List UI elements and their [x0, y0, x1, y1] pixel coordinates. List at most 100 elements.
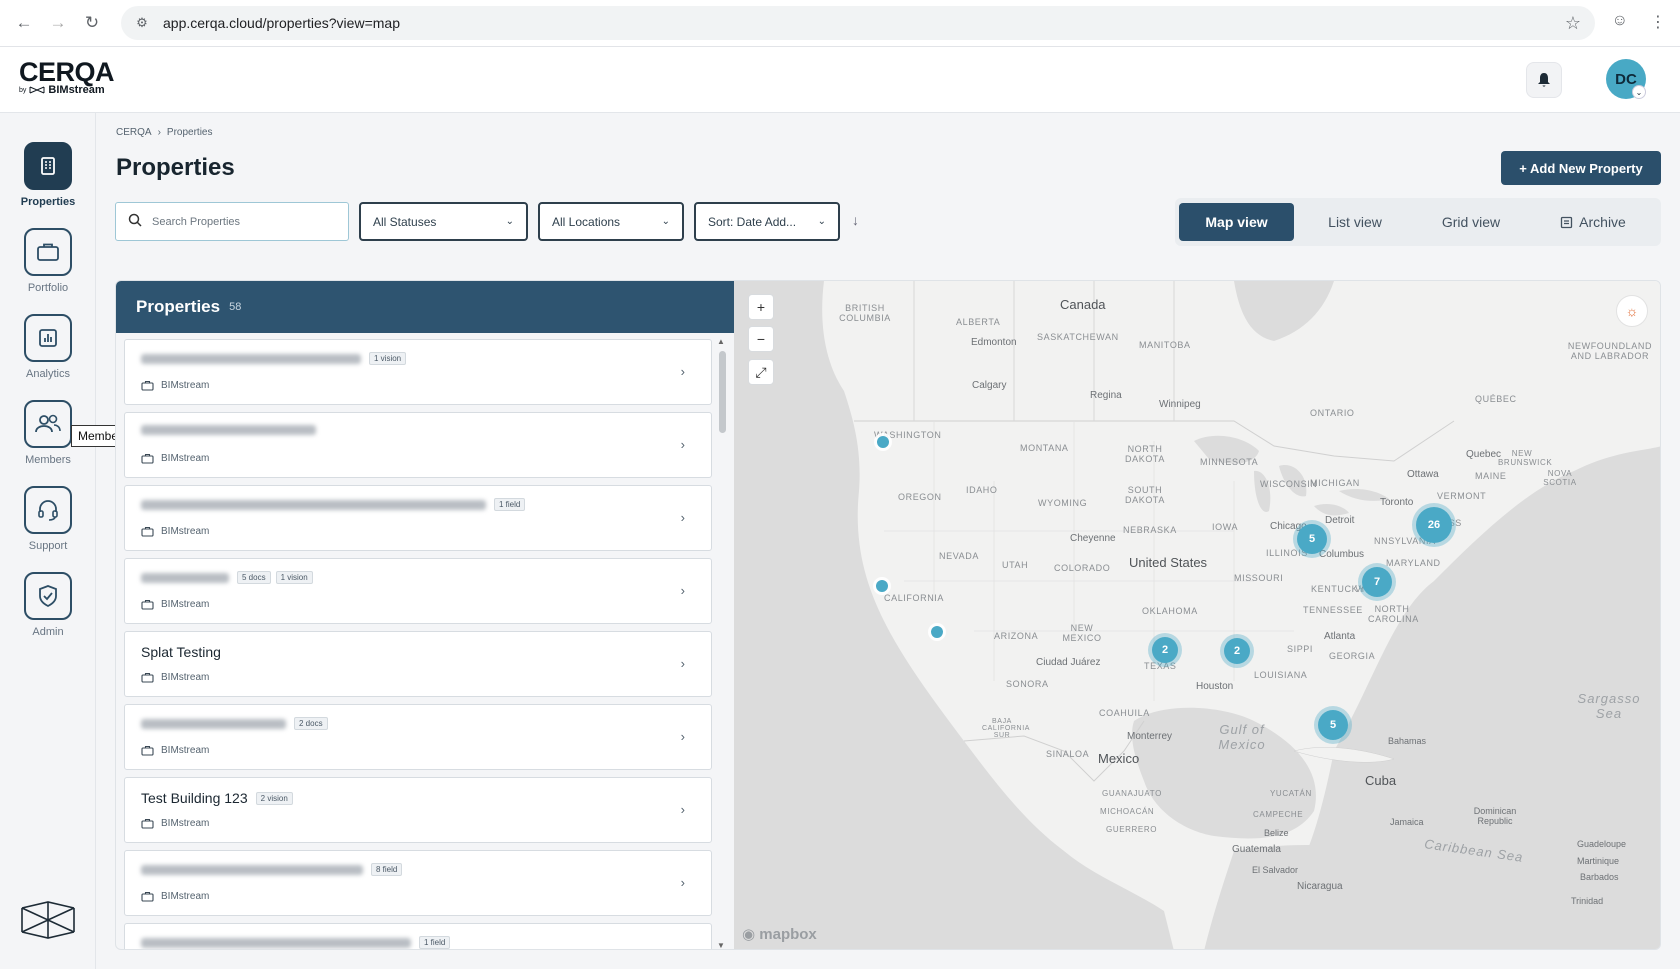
sidebar-item-analytics[interactable]: Analytics [0, 314, 96, 380]
properties-map[interactable]: + − ⤢ ☼ Canada United States Mexico Cuba… [734, 281, 1660, 949]
list-scrollbar[interactable]: ▲ ▼ [716, 337, 728, 949]
map-label: Edmonton [971, 337, 1017, 348]
map-cluster[interactable]: 2 [1224, 638, 1250, 664]
building-icon[interactable] [24, 142, 72, 190]
map-label: SOUTH DAKOTA [1125, 485, 1165, 505]
map-cluster[interactable]: 7 [1362, 567, 1392, 597]
map-label: Trinidad [1571, 896, 1604, 906]
chevron-right-icon[interactable]: › [681, 729, 685, 744]
chevron-right-icon[interactable]: › [681, 510, 685, 525]
property-title-text: Splat Testing [141, 644, 221, 660]
redacted-title [141, 572, 229, 583]
sidebar-item-admin[interactable]: Admin [0, 572, 96, 638]
sort-direction-icon[interactable]: ↓ [852, 212, 859, 228]
map-label: SASKATCHEWAN [1037, 332, 1119, 342]
scrollbar-thumb[interactable] [719, 351, 726, 433]
cerqa-logo[interactable]: CERQA by BIMstream [19, 57, 115, 96]
site-settings-icon[interactable]: ⚙ [133, 14, 151, 32]
property-owner: BIMstream [141, 672, 209, 683]
map-label: MONTANA [1020, 443, 1069, 453]
url-text[interactable]: app.cerqa.cloud/properties?view=map [163, 15, 400, 31]
chevron-right-icon[interactable]: › [681, 437, 685, 452]
map-label: Martinique [1577, 856, 1620, 866]
briefcase-icon[interactable] [24, 228, 72, 276]
property-card[interactable]: 8 field BIMstream › [124, 850, 712, 916]
search-input[interactable] [152, 215, 332, 228]
chevron-right-icon[interactable]: › [681, 364, 685, 379]
map-label: El Salvador [1252, 865, 1299, 875]
map-marker[interactable] [931, 626, 943, 638]
property-card[interactable]: Splat Testing BIMstream › [124, 631, 712, 697]
sidebar-item-support[interactable]: Support [0, 486, 96, 552]
breadcrumb-root[interactable]: CERQA [116, 127, 152, 138]
map-cluster[interactable]: 5 [1297, 524, 1327, 554]
notifications-button[interactable] [1526, 62, 1562, 98]
browser-menu-icon[interactable]: ⋮ [1650, 12, 1666, 32]
map-label: GUANAJUATO [1102, 789, 1162, 798]
property-card[interactable]: Test Building 123 2 vision BIMstream › [124, 777, 712, 843]
headset-icon[interactable] [24, 486, 72, 534]
shield-check-icon[interactable] [24, 572, 72, 620]
map-marker[interactable] [877, 436, 889, 448]
add-property-button[interactable]: + Add New Property [1501, 151, 1661, 185]
mapbox-logo[interactable]: ◉ mapbox [742, 925, 817, 943]
chevron-down-icon[interactable]: ⌄ [1632, 85, 1646, 99]
bell-icon [1538, 73, 1550, 87]
forward-icon[interactable]: → [48, 13, 68, 33]
map-label: Jamaica [1390, 817, 1424, 827]
tab-map-view[interactable]: Map view [1179, 203, 1294, 241]
property-card[interactable]: BIMstream › [124, 412, 712, 478]
sidebar-item-properties[interactable]: Properties [0, 142, 96, 208]
map-label: WISCONSIN [1260, 479, 1318, 489]
sort-select[interactable]: Sort: Date Add... ⌄ [694, 202, 840, 241]
map-label: QUÉBEC [1475, 394, 1517, 404]
chevron-right-icon[interactable]: › [681, 583, 685, 598]
map-label: ARIZONA [994, 631, 1039, 641]
briefcase-icon [141, 453, 154, 464]
map-label: Bahamas [1388, 736, 1427, 746]
property-card[interactable]: 1 vision BIMstream › [124, 339, 712, 405]
tab-grid-view[interactable]: Grid view [1415, 203, 1527, 241]
sun-icon[interactable]: ☼ [1616, 295, 1648, 327]
map-marker[interactable] [876, 580, 888, 592]
back-icon[interactable]: ← [14, 13, 34, 33]
users-icon[interactable] [24, 400, 72, 448]
page-title: Properties [116, 154, 235, 181]
profile-icon[interactable]: ☺ [1612, 12, 1628, 32]
map-label: NEW BRUNSWICK [1498, 449, 1553, 467]
map-cluster[interactable]: 5 [1318, 710, 1348, 740]
status-filter-select[interactable]: All Statuses ⌄ [359, 202, 528, 241]
map-label: UTAH [1002, 560, 1029, 570]
chevron-right-icon[interactable]: › [681, 802, 685, 817]
property-tag: 1 field [419, 936, 451, 949]
bar-chart-icon[interactable] [24, 314, 72, 362]
chevron-right-icon[interactable]: › [681, 875, 685, 890]
fullscreen-icon[interactable]: ⤢ [748, 359, 774, 385]
map-cluster[interactable]: 2 [1152, 637, 1178, 663]
zoom-in-button[interactable]: + [748, 294, 774, 320]
zoom-out-button[interactable]: − [748, 326, 774, 352]
tab-list-view[interactable]: List view [1299, 203, 1411, 241]
property-tag: 1 field [494, 498, 526, 511]
search-field[interactable] [115, 202, 349, 241]
property-card[interactable]: 1 field BIMstream › [124, 485, 712, 551]
sidebar-item-portfolio[interactable]: Portfolio [0, 228, 96, 294]
property-card[interactable]: 2 docs BIMstream › [124, 704, 712, 770]
bookmark-star-icon[interactable]: ☆ [1565, 13, 1581, 34]
map-label: MAINE [1475, 471, 1507, 481]
property-tag: 5 docs [237, 571, 271, 584]
map-label: NORTH DAKOTA [1125, 444, 1165, 464]
breadcrumb-current: Properties [166, 127, 213, 138]
scroll-down-icon[interactable]: ▼ [717, 941, 725, 949]
property-card[interactable]: 1 field [124, 923, 712, 949]
map-cluster[interactable]: 26 [1416, 507, 1452, 543]
property-card[interactable]: 5 docs 1 vision BIMstream › [124, 558, 712, 624]
map-label: Quebec [1466, 449, 1502, 460]
location-filter-select[interactable]: All Locations ⌄ [538, 202, 684, 241]
scroll-up-icon[interactable]: ▲ [717, 337, 725, 346]
tab-archive[interactable]: Archive [1531, 203, 1655, 241]
map-label: COAHUILA [1099, 708, 1150, 718]
reload-icon[interactable]: ↻ [82, 13, 102, 33]
address-bar[interactable]: ⚙ app.cerqa.cloud/properties?view=map ☆ [121, 6, 1595, 40]
chevron-right-icon[interactable]: › [681, 656, 685, 671]
